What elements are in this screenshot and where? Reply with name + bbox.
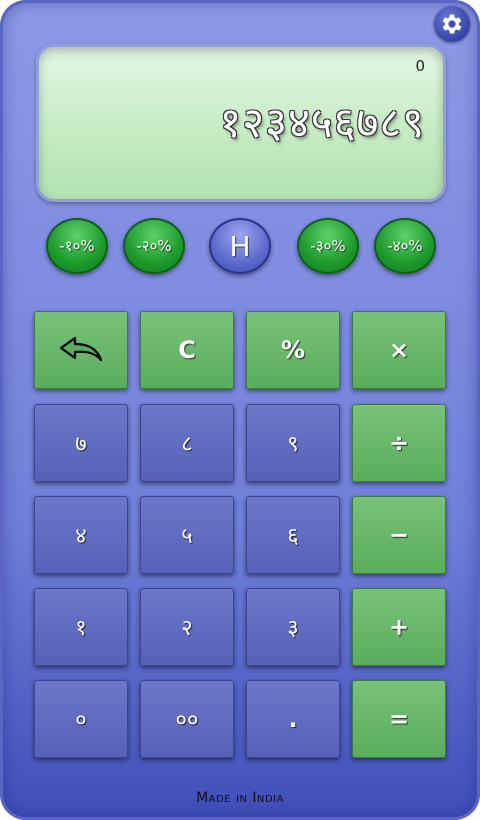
digit-5-button[interactable]: ५ bbox=[140, 496, 234, 574]
decimal-button[interactable]: . bbox=[246, 680, 340, 758]
minus-button[interactable]: − bbox=[352, 496, 446, 574]
history-button[interactable]: H bbox=[209, 218, 271, 274]
equals-button[interactable]: = bbox=[352, 680, 446, 758]
digit-0-button[interactable]: ० bbox=[34, 680, 128, 758]
digit-9-button[interactable]: ९ bbox=[246, 404, 340, 482]
made-in-india-label: Made in India bbox=[196, 790, 284, 806]
calculator-display: 0 १२३४५६७८९ bbox=[36, 44, 446, 202]
percent-button[interactable]: % bbox=[246, 311, 340, 389]
discount-30-button[interactable]: -३०% bbox=[297, 218, 359, 274]
discount-10-button[interactable]: -१०% bbox=[46, 218, 108, 274]
gear-icon bbox=[442, 14, 462, 34]
backspace-button[interactable] bbox=[34, 311, 128, 389]
digit-1-button[interactable]: १ bbox=[34, 588, 128, 666]
digit-3-button[interactable]: ३ bbox=[246, 588, 340, 666]
digit-4-button[interactable]: ४ bbox=[34, 496, 128, 574]
divide-button[interactable]: ÷ bbox=[352, 404, 446, 482]
digit-7-button[interactable]: ७ bbox=[34, 404, 128, 482]
discount-20-button[interactable]: -२०% bbox=[123, 218, 185, 274]
calculator-body: 0 १२३४५६७८९ -१०% -२०% H -३०% -४०% C % × … bbox=[0, 0, 480, 820]
plus-button[interactable]: + bbox=[352, 588, 446, 666]
digit-6-button[interactable]: ६ bbox=[246, 496, 340, 574]
double-zero-button[interactable]: ०० bbox=[140, 680, 234, 758]
memory-indicator: 0 bbox=[415, 57, 425, 75]
clear-button[interactable]: C bbox=[140, 311, 234, 389]
multiply-button[interactable]: × bbox=[352, 311, 446, 389]
digit-8-button[interactable]: ८ bbox=[140, 404, 234, 482]
display-value: १२३४५६७८९ bbox=[219, 98, 425, 147]
digit-2-button[interactable]: २ bbox=[140, 588, 234, 666]
undo-arrow-icon bbox=[59, 336, 103, 362]
discount-40-button[interactable]: -४०% bbox=[374, 218, 436, 274]
settings-button[interactable] bbox=[434, 6, 470, 42]
